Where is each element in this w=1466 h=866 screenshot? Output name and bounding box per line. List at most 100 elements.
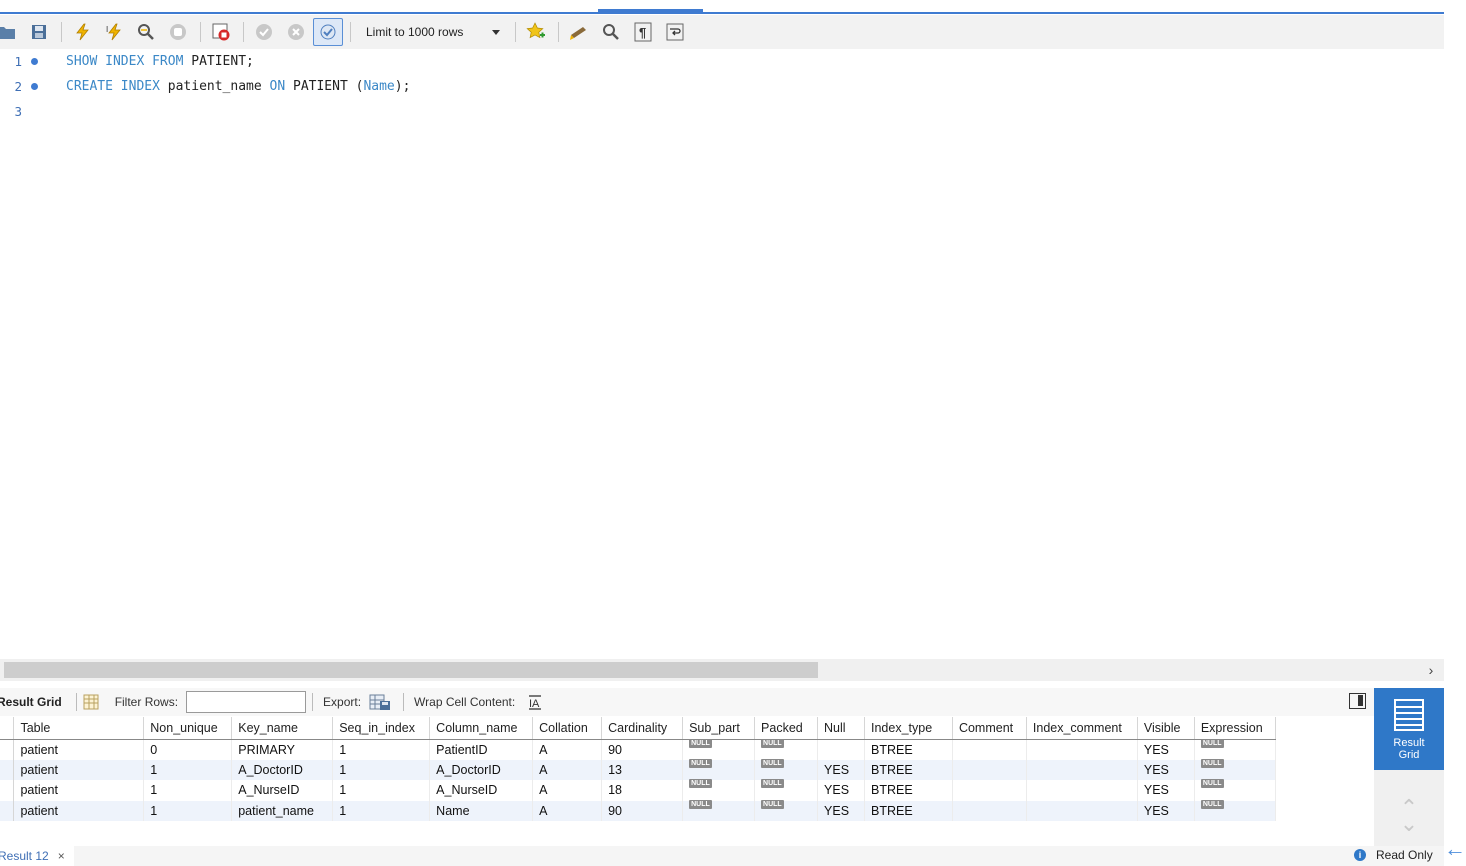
- cell-expression[interactable]: NULL: [1194, 758, 1277, 780]
- cell-column-name[interactable]: PatientID: [429, 739, 534, 760]
- cell-index-comment[interactable]: [1026, 780, 1138, 801]
- cell-index-type[interactable]: BTREE: [864, 780, 953, 801]
- beautify-brush-icon[interactable]: [564, 18, 594, 46]
- autocommit-icon[interactable]: [313, 18, 343, 46]
- cell-non-unique[interactable]: 1: [143, 759, 233, 780]
- cell-packed[interactable]: NULL: [754, 758, 819, 780]
- execute-icon[interactable]: [67, 18, 97, 46]
- cell-cardinality[interactable]: 90: [601, 800, 684, 821]
- cell-collation[interactable]: A: [532, 759, 603, 780]
- filter-rows-input[interactable]: [186, 691, 307, 713]
- table-row[interactable]: patient 1 patient_name 1 Name A 90 NULL NULL YES B…: [0, 799, 1277, 821]
- table-row[interactable]: patient 1 A_DoctorID 1 A_DoctorID A 13 NULL NULL…: [0, 758, 1277, 780]
- row-header[interactable]: [0, 780, 15, 801]
- cell-comment[interactable]: [952, 759, 1027, 780]
- cell-packed[interactable]: NULL: [754, 799, 819, 821]
- cell-key-name[interactable]: A_NurseID: [231, 780, 334, 801]
- result-tab[interactable]: Result 12 ×: [0, 846, 74, 866]
- column-header-index-comment[interactable]: Index_comment: [1026, 717, 1138, 740]
- cell-sub-part[interactable]: NULL: [682, 758, 756, 780]
- column-header-seq-in-index[interactable]: Seq_in_index: [332, 717, 431, 740]
- cell-key-name[interactable]: patient_name: [231, 800, 334, 821]
- column-header-key-name[interactable]: Key_name: [231, 717, 334, 740]
- cell-non-unique[interactable]: 0: [143, 739, 233, 760]
- scrollbar-thumb[interactable]: [4, 662, 818, 678]
- invisible-chars-icon[interactable]: ¶: [628, 18, 658, 46]
- cell-null[interactable]: [817, 739, 865, 760]
- cell-column-name[interactable]: A_NurseID: [429, 780, 534, 801]
- result-grid-side-button[interactable]: Result Grid: [1374, 688, 1444, 770]
- cell-seq-in-index[interactable]: 1: [332, 739, 431, 760]
- cell-sub-part[interactable]: NULL: [682, 799, 756, 821]
- cell-null[interactable]: YES: [817, 759, 865, 780]
- find-icon[interactable]: [596, 18, 626, 46]
- toggle-side-panel-icon[interactable]: [1349, 693, 1366, 709]
- cell-visible[interactable]: YES: [1137, 739, 1195, 760]
- row-header[interactable]: [0, 759, 15, 780]
- cell-comment[interactable]: [952, 800, 1027, 821]
- column-header-expression[interactable]: Expression: [1194, 717, 1277, 740]
- row-header[interactable]: [0, 739, 15, 760]
- wrap-cell-icon[interactable]: IA: [527, 694, 543, 710]
- column-header-column-name[interactable]: Column_name: [429, 717, 534, 740]
- table-row[interactable]: patient 1 A_NurseID 1 A_NurseID A 18 NULL NULL YE…: [0, 779, 1277, 801]
- commit-icon[interactable]: [249, 18, 279, 46]
- stop-on-error-icon[interactable]: [206, 18, 236, 46]
- cell-table[interactable]: patient: [13, 759, 145, 780]
- column-header-comment[interactable]: Comment: [952, 717, 1027, 740]
- cell-seq-in-index[interactable]: 1: [332, 800, 431, 821]
- cell-sub-part[interactable]: NULL: [682, 779, 756, 801]
- column-header-sub-part[interactable]: Sub_part: [682, 717, 756, 740]
- cell-collation[interactable]: A: [532, 780, 603, 801]
- editor-horizontal-scrollbar[interactable]: ›: [0, 659, 1444, 681]
- cell-collation[interactable]: A: [532, 739, 603, 760]
- grid-layout-icon[interactable]: [83, 694, 99, 710]
- cell-non-unique[interactable]: 1: [143, 800, 233, 821]
- cell-key-name[interactable]: A_DoctorID: [231, 759, 334, 780]
- column-header-collation[interactable]: Collation: [532, 717, 603, 740]
- column-header-table[interactable]: Table: [13, 717, 145, 740]
- cell-expression[interactable]: NULL: [1194, 799, 1277, 821]
- column-header-packed[interactable]: Packed: [754, 717, 819, 740]
- cell-key-name[interactable]: PRIMARY: [231, 739, 334, 760]
- cell-visible[interactable]: YES: [1137, 800, 1195, 821]
- cell-sub-part[interactable]: NULL: [682, 738, 756, 760]
- cell-table[interactable]: patient: [13, 800, 145, 821]
- cell-index-comment[interactable]: [1026, 800, 1138, 821]
- cell-cardinality[interactable]: 13: [601, 759, 684, 780]
- open-folder-icon[interactable]: [0, 18, 22, 46]
- cell-column-name[interactable]: Name: [429, 800, 534, 821]
- column-header-index-type[interactable]: Index_type: [864, 717, 953, 740]
- word-wrap-icon[interactable]: [660, 18, 690, 46]
- cell-null[interactable]: YES: [817, 780, 865, 801]
- cell-index-type[interactable]: BTREE: [864, 759, 953, 780]
- cell-column-name[interactable]: A_DoctorID: [429, 759, 534, 780]
- result-grid[interactable]: Table Non_unique Key_name Seq_in_index C…: [0, 717, 1277, 821]
- scroll-chevrons-icon[interactable]: ⌃ ⌄: [1396, 797, 1422, 840]
- cell-index-comment[interactable]: [1026, 759, 1138, 780]
- export-icon[interactable]: [369, 693, 391, 711]
- cell-cardinality[interactable]: 18: [601, 780, 684, 801]
- close-icon[interactable]: ×: [58, 849, 65, 863]
- cell-expression[interactable]: NULL: [1194, 738, 1277, 760]
- add-snippet-star-icon[interactable]: [521, 18, 551, 46]
- cell-packed[interactable]: NULL: [754, 779, 819, 801]
- cell-index-type[interactable]: BTREE: [864, 800, 953, 821]
- cell-table[interactable]: patient: [13, 739, 145, 760]
- sql-editor[interactable]: 1 SHOW INDEX FROM PATIENT; 2 CREATE INDE…: [0, 49, 1444, 659]
- rollback-icon[interactable]: [281, 18, 311, 46]
- column-header-non-unique[interactable]: Non_unique: [143, 717, 233, 740]
- column-header-visible[interactable]: Visible: [1137, 717, 1195, 740]
- cell-packed[interactable]: NULL: [754, 738, 819, 760]
- column-header-null[interactable]: Null: [817, 717, 865, 740]
- limit-rows-select[interactable]: Limit to 1000 rows: [360, 20, 506, 44]
- cell-visible[interactable]: YES: [1137, 780, 1195, 801]
- cell-null[interactable]: YES: [817, 800, 865, 821]
- cell-seq-in-index[interactable]: 1: [332, 759, 431, 780]
- row-header[interactable]: [0, 800, 15, 821]
- execute-current-icon[interactable]: I: [99, 18, 129, 46]
- cell-table[interactable]: patient: [13, 780, 145, 801]
- cell-index-type[interactable]: BTREE: [864, 739, 953, 760]
- column-header-cardinality[interactable]: Cardinality: [601, 717, 684, 740]
- back-arrow-icon[interactable]: ←: [1444, 838, 1466, 860]
